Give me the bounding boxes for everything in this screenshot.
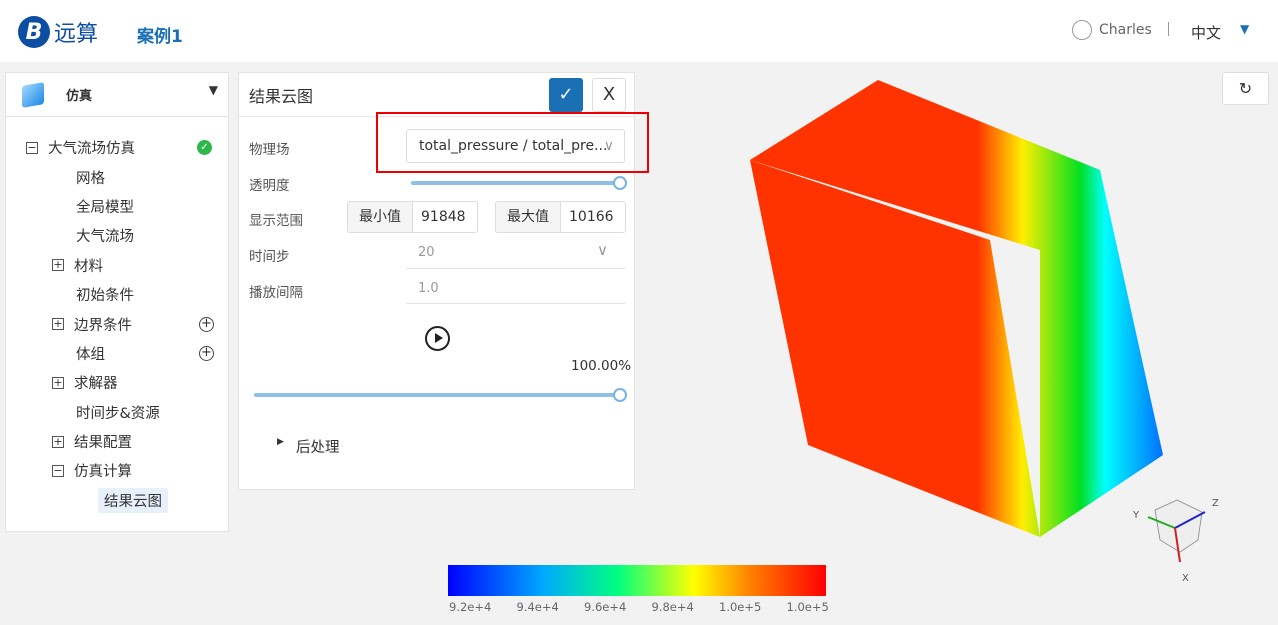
legend-tick-label: 1.0e+5 [786, 600, 829, 614]
axis-x-label: X [1182, 573, 1189, 584]
legend-tick-label: 9.2e+4 [449, 600, 492, 614]
axis-z-label: Z [1212, 498, 1219, 509]
color-legend-bar [448, 565, 826, 596]
legend-tick-label: 9.8e+4 [651, 600, 694, 614]
legend-tick-label: 9.4e+4 [516, 600, 559, 614]
axis-triad: Y Z X [1132, 498, 1219, 584]
legend-tick-label: 9.6e+4 [584, 600, 627, 614]
legend-tick-label: 1.0e+5 [719, 600, 762, 614]
axis-y-label: Y [1132, 510, 1140, 521]
contour-3d-view[interactable]: Y Z X [0, 0, 1278, 625]
